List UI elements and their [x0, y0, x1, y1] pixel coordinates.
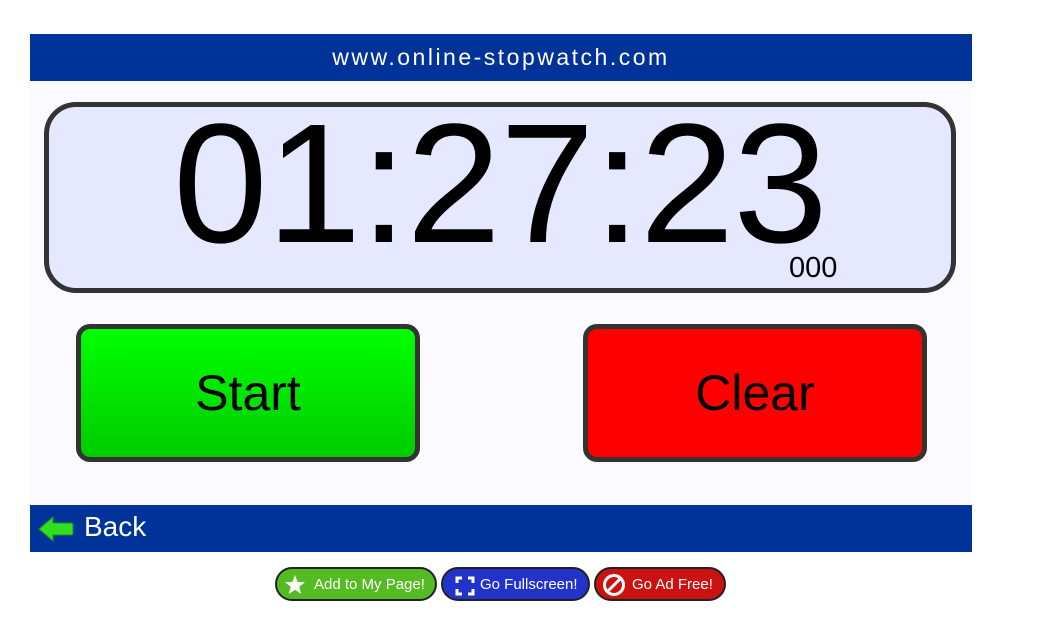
stopwatch-frame: www.online-stopwatch.com 01:27:23 000 St…	[30, 34, 972, 552]
fullscreen-icon	[455, 576, 475, 596]
clear-button[interactable]: Clear	[583, 324, 927, 462]
go-fullscreen-button[interactable]: Go Fullscreen!	[441, 567, 590, 601]
time-display: 01:27:23 000	[44, 89, 956, 293]
site-url: www.online-stopwatch.com	[332, 44, 670, 70]
go-ad-free-button[interactable]: Go Ad Free!	[594, 567, 726, 601]
no-ads-icon	[603, 574, 625, 596]
back-arrow-icon	[38, 515, 74, 543]
adfree-label: Go Ad Free!	[632, 576, 713, 593]
site-header: www.online-stopwatch.com	[30, 34, 972, 81]
milliseconds-readout: 000	[789, 252, 838, 284]
star-icon	[285, 575, 305, 594]
add-to-my-page-button[interactable]: Add to My Page!	[275, 567, 437, 601]
start-button[interactable]: Start	[76, 324, 420, 462]
add-label: Add to My Page!	[314, 576, 425, 593]
time-readout: 01:27:23	[173, 89, 828, 279]
back-label: Back	[84, 511, 147, 542]
fullscreen-label: Go Fullscreen!	[480, 576, 578, 593]
back-button[interactable]: Back	[30, 505, 972, 552]
